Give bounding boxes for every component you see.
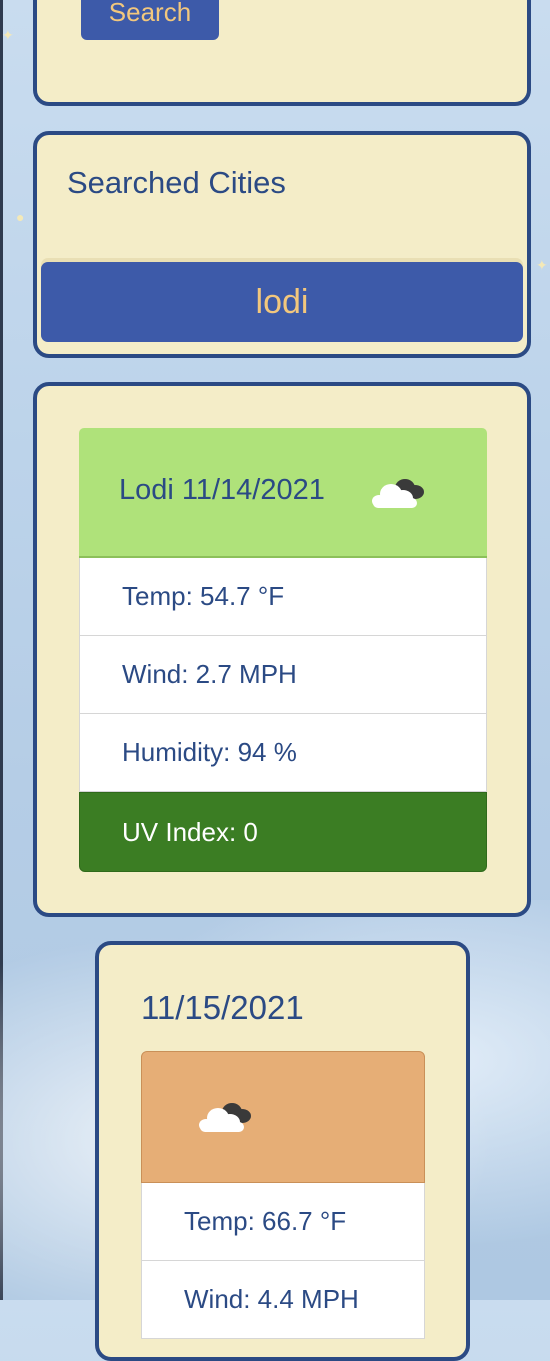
forecast-card: 11/15/2021 Temp: 66.7 °F Wind: 4.4 MPH [95, 941, 470, 1361]
searched-cities-panel: Searched Cities lodi [33, 131, 531, 358]
sparkle-icon: ✦ [536, 257, 548, 273]
uv-index-badge: UV Index: 0 [79, 792, 487, 872]
cloudy-icon [372, 479, 424, 508]
sparkle-icon: ● [16, 209, 25, 225]
forecast-header [141, 1051, 425, 1183]
forecast-wind: Wind: 4.4 MPH [141, 1261, 425, 1339]
forecast-temp: Temp: 66.7 °F [141, 1183, 425, 1261]
search-panel: Search [33, 0, 531, 106]
current-temp: Temp: 54.7 °F [79, 558, 487, 636]
current-weather-panel: Lodi 11/14/2021 Temp: 54.7 °F Wind: 2.7 … [33, 382, 531, 917]
current-city-date: Lodi 11/14/2021 [119, 474, 325, 506]
cloudy-icon [199, 1103, 251, 1132]
search-button[interactable]: Search [81, 0, 219, 40]
forecast-date: 11/15/2021 [141, 989, 304, 1026]
sparkle-icon: ✦ [2, 27, 14, 43]
current-wind: Wind: 2.7 MPH [79, 636, 487, 714]
current-weather-header: Lodi 11/14/2021 [79, 428, 487, 558]
city-history-button[interactable]: lodi [41, 262, 523, 342]
current-humidity: Humidity: 94 % [79, 714, 487, 792]
searched-cities-title: Searched Cities [67, 165, 286, 200]
